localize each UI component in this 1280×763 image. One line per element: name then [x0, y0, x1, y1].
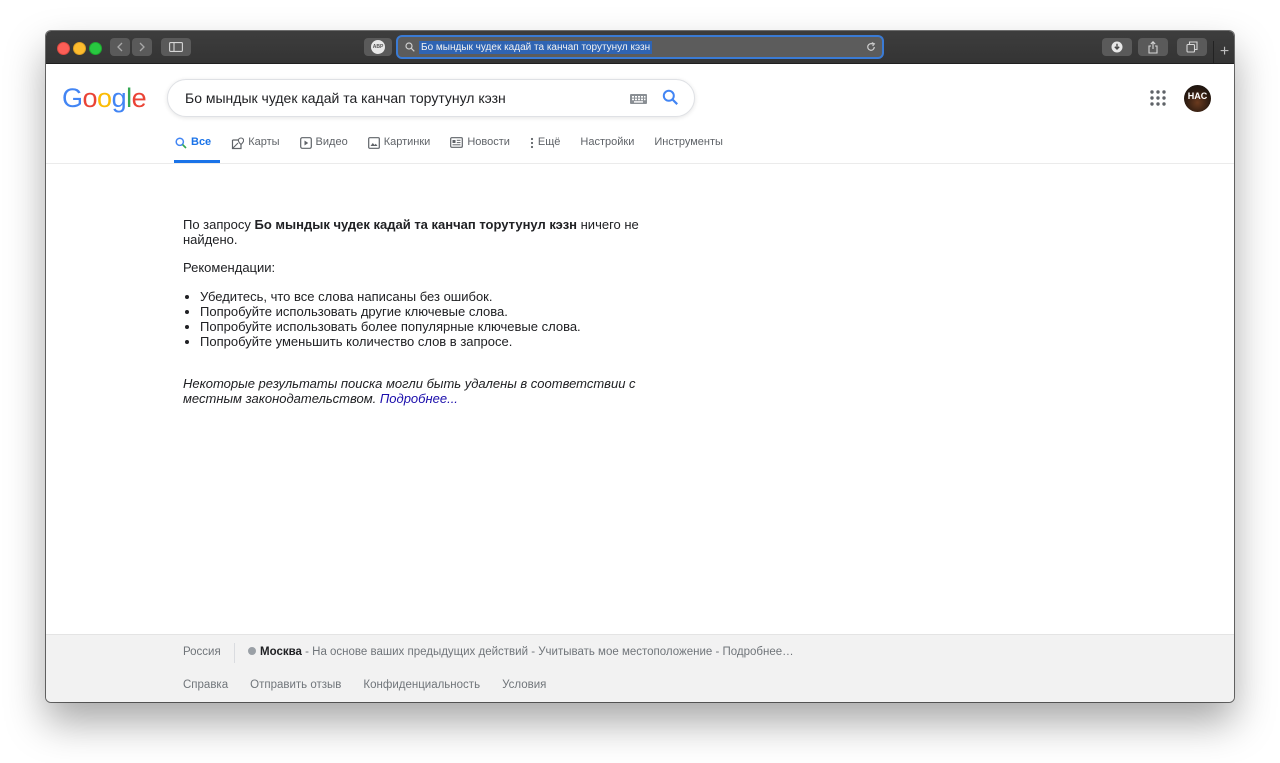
google-logo-text: Google	[62, 83, 147, 114]
chevron-left-icon	[117, 42, 123, 52]
back-button[interactable]	[110, 38, 130, 56]
tab-label: Картинки	[383, 136, 431, 148]
location-text[interactable]: - На основе ваших предыдущих действий - …	[302, 646, 794, 658]
footer-link-help[interactable]: Справка	[183, 679, 228, 691]
more-vert-icon	[530, 137, 534, 149]
new-tab-button[interactable]: +	[1213, 41, 1234, 63]
adblock-extension-button[interactable]: ABP	[364, 38, 392, 56]
tab-news[interactable]: Новости	[450, 136, 510, 162]
tab-images[interactable]: Картинки	[367, 136, 431, 162]
zoom-window-button[interactable]	[89, 42, 102, 55]
search-input[interactable]: Бо мындык чудек кадай та канчап торутуну…	[185, 90, 506, 106]
apps-grid-icon[interactable]	[1150, 90, 1166, 106]
footer-divider	[234, 643, 235, 663]
tabs-overview-button[interactable]	[1177, 38, 1207, 56]
tab-settings[interactable]: Настройки	[580, 136, 634, 162]
more-info-link[interactable]: Подробнее...	[380, 391, 458, 406]
search-tabs: Все Карты Видео Картинки Новости Ещё Нас…	[173, 136, 743, 163]
map-icon	[232, 137, 245, 150]
address-bar[interactable]: Бо мындык чудек кадай та канчап торутуну…	[398, 37, 882, 57]
browser-toolbar: ABP Бо мындык чудек кадай та канчап тору…	[46, 31, 1234, 64]
logo-letter: e	[131, 83, 147, 113]
query-bold: Бо мындык чудек кадай та канчап торутуну…	[254, 217, 578, 232]
logo-letter: o	[82, 83, 98, 113]
tab-label: Карты	[248, 136, 280, 148]
chevron-right-icon	[139, 42, 145, 52]
tab-label: Новости	[467, 136, 510, 148]
reload-icon[interactable]	[866, 42, 876, 52]
search-icon[interactable]	[662, 89, 679, 106]
logo-letter: G	[62, 83, 83, 113]
tabs-icon	[1186, 41, 1198, 53]
tips-list: Убедитесь, что все слова написаны без ош…	[183, 289, 663, 349]
no-results-message: По запросу Бо мындык чудек кадай та канч…	[183, 217, 663, 406]
recommendations-title: Рекомендации:	[183, 260, 276, 275]
download-icon	[1111, 41, 1123, 53]
tab-maps[interactable]: Карты	[231, 136, 280, 162]
forward-button[interactable]	[132, 38, 152, 56]
share-button[interactable]	[1138, 38, 1168, 56]
tab-label: Все	[191, 136, 212, 148]
adblock-icon: ABP	[371, 40, 385, 54]
address-text[interactable]: Бо мындык чудек кадай та канчап торутуну…	[419, 40, 653, 54]
image-icon	[367, 137, 380, 149]
downloads-button[interactable]	[1102, 38, 1132, 56]
share-icon	[1148, 40, 1158, 54]
list-item: Попробуйте использовать более популярные…	[200, 319, 663, 334]
legal-note: Некоторые результаты поиска могли быть у…	[183, 376, 636, 406]
tab-all[interactable]: Все	[173, 136, 221, 163]
tab-video[interactable]: Видео	[299, 136, 348, 162]
search-icon	[405, 42, 415, 52]
list-item: Попробуйте уменьшить количество слов в з…	[200, 334, 663, 349]
search-icon	[175, 137, 187, 149]
footer-link-feedback[interactable]: Отправить отзыв	[250, 679, 341, 691]
tab-label: Инструменты	[654, 136, 723, 148]
search-box[interactable]: Бо мындык чудек кадай та канчап торутуну…	[167, 79, 695, 117]
tabs-divider	[46, 163, 1234, 164]
location-info: Москва - На основе ваших предыдущих дейс…	[248, 646, 794, 658]
minimize-window-button[interactable]	[73, 42, 86, 55]
location-dot-icon	[248, 647, 256, 655]
sidebar-button[interactable]	[161, 38, 191, 56]
logo-letter: o	[97, 83, 112, 113]
footer-link-terms[interactable]: Условия	[502, 679, 546, 691]
country-label: Россия	[183, 646, 221, 658]
tab-more[interactable]: Ещё	[530, 136, 561, 162]
logo-letter: g	[111, 83, 127, 113]
tab-label: Видео	[315, 136, 348, 148]
list-item: Убедитесь, что все слова написаны без ош…	[200, 289, 663, 304]
news-icon	[450, 137, 464, 148]
no-results-text: По запросу Бо мындык чудек кадай та канч…	[183, 217, 639, 247]
footer-link-privacy[interactable]: Конфиденциальность	[363, 679, 480, 691]
tab-label: Ещё	[537, 136, 561, 148]
tab-label: Настройки	[580, 136, 635, 148]
video-icon	[299, 137, 312, 149]
list-item: Попробуйте использовать другие ключевые …	[200, 304, 663, 319]
city-name: Москва	[260, 646, 302, 658]
avatar[interactable]: HAC	[1184, 85, 1211, 112]
location-footer: Россия Москва - На основе ваших предыдущ…	[46, 634, 1234, 670]
sidebar-icon	[169, 42, 183, 52]
links-footer: Справка Отправить отзыв Конфиденциальнос…	[46, 669, 1234, 702]
browser-window: ABP Бо мындык чудек кадай та канчап тору…	[46, 31, 1234, 702]
tab-tools[interactable]: Инструменты	[654, 136, 723, 162]
google-logo[interactable]: Google	[62, 83, 147, 114]
close-window-button[interactable]	[57, 42, 70, 55]
keyboard-icon[interactable]	[630, 94, 647, 104]
